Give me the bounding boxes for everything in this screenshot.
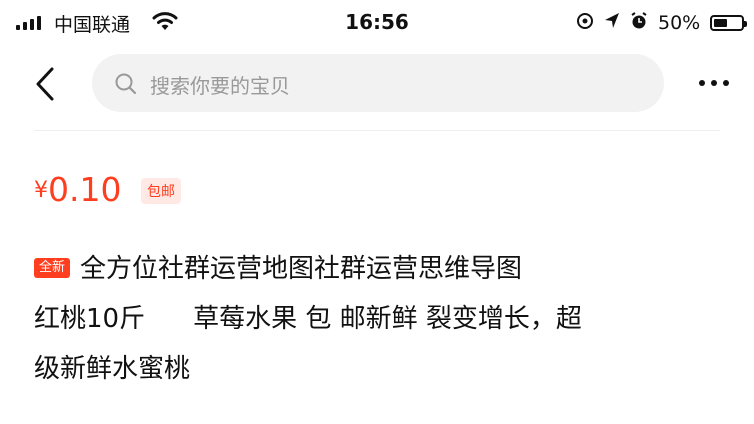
product-price: ¥0.10 — [34, 170, 121, 209]
battery-icon — [710, 15, 748, 31]
more-button[interactable] — [699, 80, 729, 86]
nav-bar: 搜索你要的宝贝 — [0, 50, 754, 120]
price-value: 0.10 — [48, 170, 122, 209]
title-line: 级新鲜水蜜桃 — [34, 354, 191, 384]
more-icon — [699, 80, 705, 86]
condition-badge: 全新 — [34, 258, 71, 278]
orientation-lock-icon — [576, 12, 594, 34]
chevron-left-icon — [36, 67, 54, 101]
search-icon — [114, 72, 138, 100]
currency-symbol: ¥ — [34, 178, 48, 203]
back-button[interactable] — [30, 66, 60, 102]
title-line: 全方位社群运营地图社群运营思维导图 — [80, 254, 523, 284]
divider — [34, 130, 720, 131]
search-input[interactable]: 搜索你要的宝贝 — [92, 54, 664, 112]
alarm-icon — [630, 12, 648, 34]
title-line: 红桃10斤 — [34, 304, 146, 334]
location-icon — [604, 12, 620, 34]
search-placeholder: 搜索你要的宝贝 — [150, 74, 290, 98]
battery-percent: 50% — [658, 12, 701, 34]
status-bar: 中国联通 16:56 50% — [0, 0, 754, 46]
free-shipping-badge: 包邮 — [141, 178, 181, 204]
product-title: 全新 全方位社群运营地图社群运营思维导图 红桃10斤 草莓水果 包 邮新鲜 裂变增长… — [34, 244, 724, 394]
title-line: 草莓水果 包 邮新鲜 裂变增长，超 — [193, 304, 582, 334]
